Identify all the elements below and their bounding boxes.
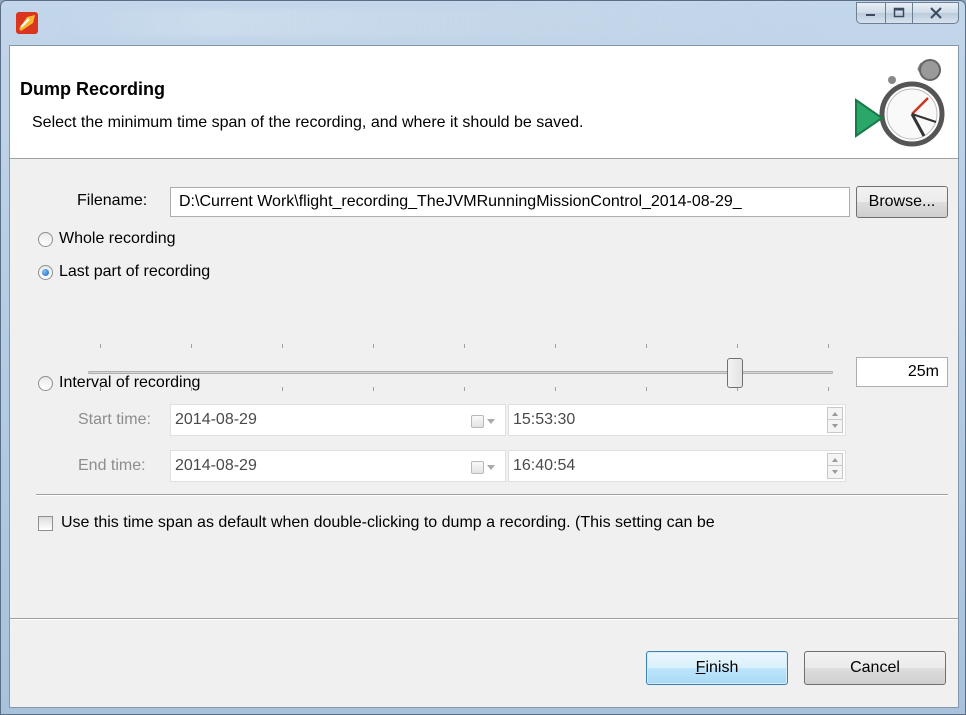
dialog-client-area: Dump Recording Select the minimum time s… — [9, 45, 959, 708]
calendar-dropdown-icon[interactable] — [471, 413, 503, 429]
start-date-value: 2014-08-29 — [175, 411, 257, 428]
end-time-value: 16:40:54 — [513, 457, 576, 474]
calendar-dropdown-icon[interactable] — [471, 459, 503, 475]
start-time-label: Start time: — [78, 411, 151, 428]
separator — [36, 494, 948, 496]
radio-indicator-selected[interactable] — [38, 264, 53, 280]
default-timespan-checkbox[interactable]: Use this time span as default when doubl… — [38, 511, 715, 535]
wizard-header: Dump Recording Select the minimum time s… — [10, 46, 958, 159]
end-time-label: End time: — [78, 457, 146, 474]
slider-tick — [828, 387, 829, 391]
slider-tick — [464, 387, 465, 391]
maximize-button[interactable] — [885, 2, 912, 24]
minimize-icon — [866, 14, 875, 16]
radio-whole-recording[interactable]: Whole recording — [38, 227, 176, 251]
mission-control-app-icon — [16, 12, 38, 34]
minimize-button[interactable] — [856, 2, 885, 24]
end-time-row: End time: 2014-08-29 16:40:54 — [10, 450, 958, 482]
finish-mnemonic: F — [695, 659, 706, 676]
radio-last-part[interactable]: Last part of recording — [38, 260, 210, 284]
title-bar-background — [61, 9, 821, 37]
finish-button[interactable]: Finish — [646, 651, 788, 685]
start-date-field[interactable]: 2014-08-29 — [170, 404, 506, 436]
time-span-value-field[interactable]: 25m — [856, 357, 948, 387]
filename-label: Filename: — [77, 192, 148, 209]
radio-label: Interval of recording — [59, 374, 201, 391]
title-bar[interactable] — [1, 1, 965, 45]
slider-tick — [373, 344, 374, 348]
time-spinner[interactable] — [827, 453, 843, 479]
start-time-value: 15:53:30 — [513, 411, 576, 428]
slider-tick — [737, 344, 738, 348]
close-button[interactable] — [912, 2, 959, 24]
checkbox-indicator[interactable] — [38, 515, 53, 531]
end-date-value: 2014-08-29 — [175, 457, 257, 474]
slider-tick — [646, 387, 647, 391]
radio-indicator[interactable] — [38, 231, 53, 247]
slider-tick — [828, 344, 829, 348]
page-description: Select the minimum time span of the reco… — [32, 114, 584, 131]
radio-indicator[interactable] — [38, 375, 53, 391]
slider-tick — [464, 344, 465, 348]
button-bar-separator — [10, 618, 958, 620]
spinner-up-icon[interactable] — [828, 408, 842, 420]
spinner-down-icon[interactable] — [828, 420, 842, 432]
slider-tick — [555, 344, 556, 348]
slider-tick — [282, 344, 283, 348]
spinner-down-icon[interactable] — [828, 466, 842, 478]
slider-thumb[interactable] — [727, 358, 743, 388]
end-date-field[interactable]: 2014-08-29 — [170, 450, 506, 482]
end-time-field[interactable]: 16:40:54 — [508, 450, 846, 482]
slider-tick — [282, 387, 283, 391]
cancel-button[interactable]: Cancel — [804, 651, 946, 685]
slider-tick — [100, 344, 101, 348]
radio-label: Last part of recording — [59, 263, 211, 280]
slider-tick — [646, 344, 647, 348]
spinner-up-icon[interactable] — [828, 454, 842, 466]
time-span-slider[interactable] — [88, 338, 838, 394]
filename-field[interactable]: D:\Current Work\flight_recording_TheJVMR… — [170, 187, 850, 217]
slider-tick — [191, 344, 192, 348]
dialog-window: Dump Recording Select the minimum time s… — [0, 0, 966, 715]
finish-label: inish — [705, 659, 739, 676]
caption-buttons — [856, 2, 959, 24]
radio-interval[interactable]: Interval of recording — [38, 371, 200, 395]
maximize-icon — [893, 7, 905, 18]
filename-row: Filename: D:\Current Work\flight_recordi… — [10, 184, 958, 218]
radio-label: Whole recording — [59, 230, 176, 247]
time-spinner[interactable] — [827, 407, 843, 433]
slider-tick — [555, 387, 556, 391]
page-title: Dump Recording — [20, 79, 166, 99]
browse-button[interactable]: Browse... — [856, 186, 948, 218]
checkbox-label: Use this time span as default when doubl… — [61, 514, 715, 531]
start-time-row: Start time: 2014-08-29 15:53:30 — [10, 404, 958, 436]
slider-tick — [373, 387, 374, 391]
stopwatch-icon — [855, 59, 945, 147]
start-time-field[interactable]: 15:53:30 — [508, 404, 846, 436]
close-icon — [929, 7, 942, 19]
